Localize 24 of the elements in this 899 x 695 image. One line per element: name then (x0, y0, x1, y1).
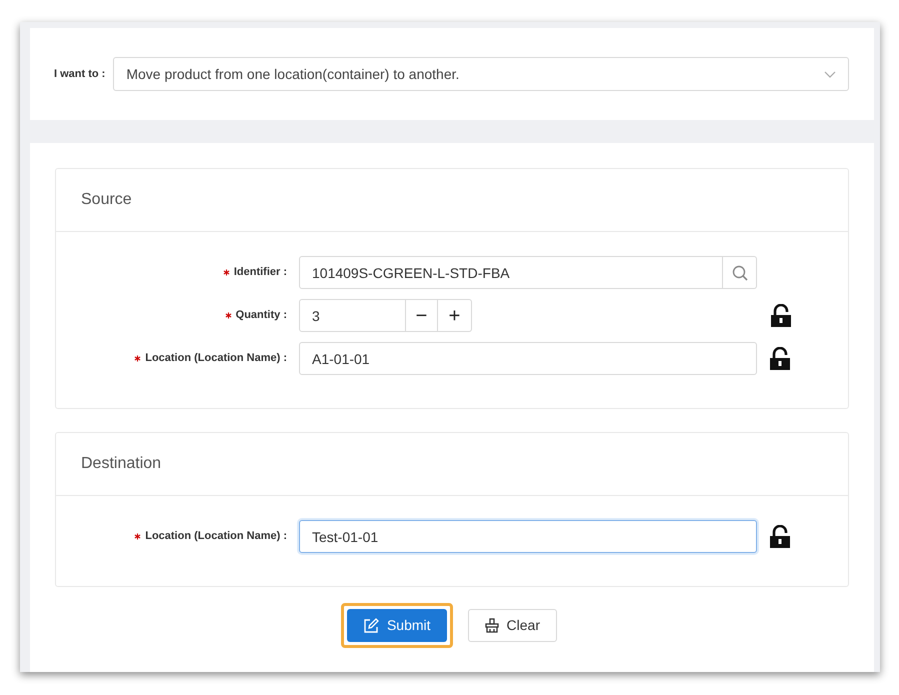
input-field[interactable]: 101409S-CGREEN-L-STD-FBA (299, 256, 723, 289)
increment-button[interactable]: + (438, 299, 472, 332)
edit-icon (362, 618, 379, 634)
unlocked-padlock-icon[interactable] (770, 304, 792, 327)
submit-button[interactable]: Submit (346, 609, 447, 642)
search-icon (732, 264, 748, 280)
unlocked-padlock-icon[interactable] (769, 347, 791, 370)
search-button[interactable] (723, 256, 757, 289)
intent-select[interactable]: Move product from one location(container) to another. (113, 57, 849, 91)
input-field[interactable]: A1-01-01 (299, 342, 757, 375)
chevron-down-icon (824, 70, 836, 78)
intent-label: I want to : (54, 66, 106, 82)
unlocked-padlock-icon[interactable] (769, 525, 791, 548)
input-field[interactable]: Test-01-01 (299, 520, 757, 553)
field-label: Identifier : (56, 264, 299, 281)
broom-icon (484, 618, 499, 633)
section-title: Destination (56, 433, 848, 496)
field-label: Quantity : (56, 307, 299, 324)
input-field[interactable]: 3 (299, 299, 406, 332)
clear-button[interactable]: Clear (468, 609, 558, 642)
field-label: Location (Location Name) : (56, 350, 299, 367)
section-title: Source (56, 169, 848, 232)
decrement-button[interactable]: − (406, 299, 438, 332)
field-label: Location (Location Name) : (56, 528, 299, 545)
